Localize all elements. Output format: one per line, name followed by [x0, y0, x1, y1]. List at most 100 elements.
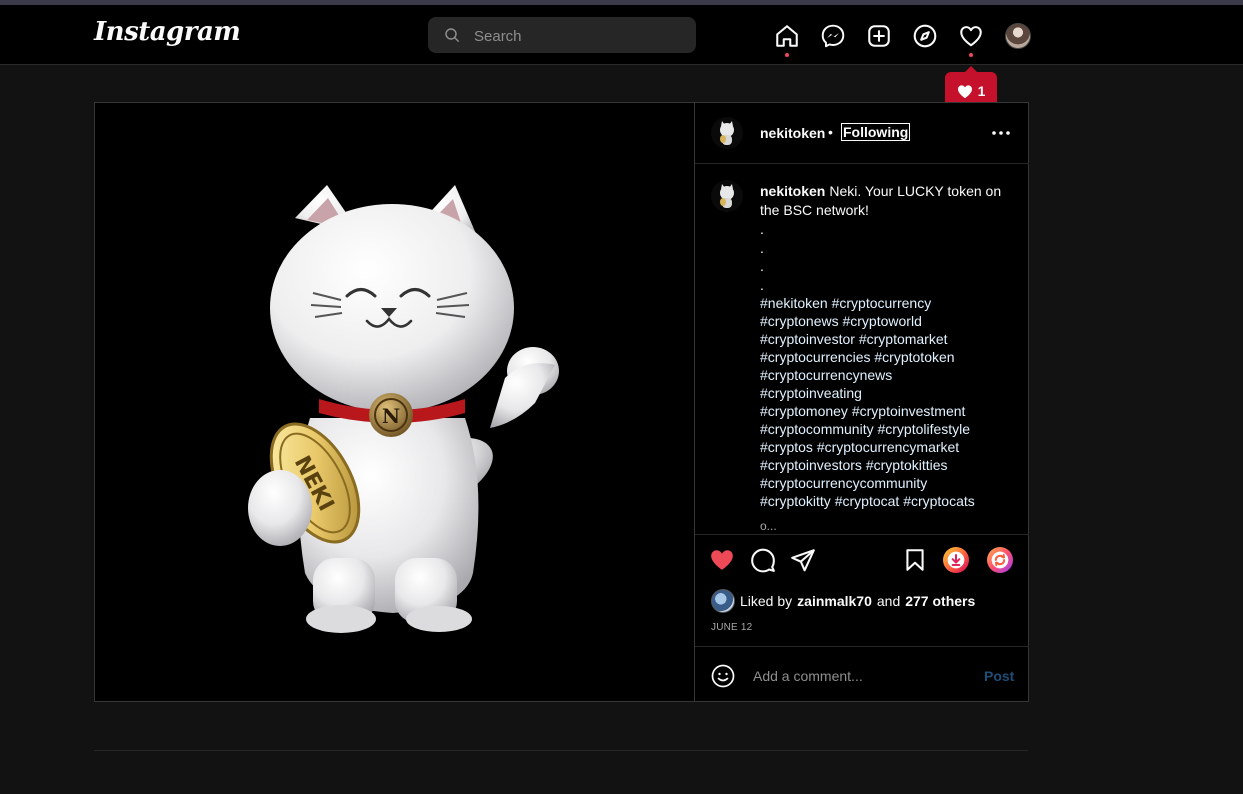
hashtag-link[interactable]: #cryptomarket [859, 331, 948, 347]
share-button[interactable] [790, 547, 816, 573]
hashtag-list: #nekitoken #cryptocurrency #cryptonews #c… [760, 294, 1010, 510]
repost-extension-button[interactable] [987, 547, 1013, 573]
hashtag-link[interactable]: #cryptocurrencycommunity [760, 475, 927, 491]
hashtag-line: #cryptos #cryptocurrencymarket [760, 438, 1010, 456]
hashtag-line: #nekitoken #cryptocurrency [760, 294, 1010, 312]
hashtag-line: #cryptomoney #cryptoinvestment [760, 402, 1010, 420]
post-date[interactable]: JUNE 12 [711, 622, 752, 633]
caption-dot: . [760, 258, 764, 274]
hashtag-link[interactable]: #cryptocat [835, 493, 900, 509]
hashtag-link[interactable]: #cryptokitty [760, 493, 831, 509]
comment-icon [751, 548, 775, 573]
caption-author-avatar[interactable] [711, 180, 743, 212]
hashtag-link[interactable]: #cryptolifestyle [877, 421, 970, 437]
heart-filled-icon [957, 84, 972, 98]
likes-conjunction: and [876, 593, 901, 609]
hashtag-link[interactable]: #cryptoinvestors [760, 457, 862, 473]
smiley-icon [711, 664, 735, 688]
post-comment-button[interactable]: Post [984, 668, 1014, 684]
cat-avatar-icon [720, 184, 734, 208]
caption-dot: . [760, 221, 764, 237]
hashtag-link[interactable]: #cryptocurrencynews [760, 367, 892, 383]
hashtag-link[interactable]: #cryptoinvestor [760, 331, 855, 347]
hashtag-link[interactable]: #cryptocommunity [760, 421, 874, 437]
hashtag-line: #cryptonews #cryptoworld [760, 312, 1010, 330]
liked-by-prefix: Liked by [740, 593, 793, 609]
hashtag-link[interactable]: #cryptocurrencies [760, 349, 871, 365]
hashtag-link[interactable]: #nekitoken [760, 295, 828, 311]
home-button[interactable] [774, 23, 800, 49]
save-button[interactable] [902, 547, 928, 573]
emoji-button[interactable] [711, 664, 735, 688]
hashtag-link[interactable]: #cryptocurrencymarket [817, 439, 959, 455]
instagram-logo[interactable]: Instagram [94, 17, 241, 47]
post-side-panel: nekitoken • Following nekitoken Neki. You… [694, 103, 1029, 701]
hashtag-link[interactable]: #cryptotoken [874, 349, 954, 365]
caption: nekitoken Neki. Your LUCKY token on the B… [760, 182, 1010, 510]
comment-button[interactable] [750, 547, 776, 573]
post-header: nekitoken • Following [695, 103, 1029, 164]
post-image[interactable]: N NEKI [95, 103, 693, 701]
liker-avatar[interactable] [711, 589, 735, 613]
compass-icon [913, 24, 937, 48]
caption-area: nekitoken Neki. Your LUCKY token on the B… [695, 164, 1029, 535]
new-post-button[interactable] [866, 23, 892, 49]
search-icon [445, 28, 460, 43]
hashtag-link[interactable]: #cryptocats [903, 493, 975, 509]
like-button[interactable] [709, 547, 735, 573]
explore-button[interactable] [912, 23, 938, 49]
caption-dots: . . . . [760, 220, 1010, 294]
hashtag-link[interactable]: #cryptoinvestment [852, 403, 966, 419]
following-button[interactable]: Following [841, 123, 911, 141]
hashtag-link[interactable]: #cryptoinveating [760, 385, 862, 401]
more-options-button[interactable] [991, 123, 1011, 143]
hashtag-link[interactable]: #cryptokitties [866, 457, 948, 473]
hashtag-link[interactable]: #cryptonews [760, 313, 839, 329]
hashtag-link[interactable]: #cryptos [760, 439, 813, 455]
profile-avatar[interactable] [1005, 23, 1031, 49]
hashtag-link[interactable]: #cryptomoney [760, 403, 848, 419]
caption-username[interactable]: nekitoken [760, 183, 825, 199]
activity-dot [969, 53, 973, 57]
home-active-dot [785, 53, 789, 57]
top-navigation: Instagram [0, 5, 1243, 65]
hashtag-line: #cryptoinvestors #cryptokitties [760, 456, 1010, 474]
feed-divider [94, 750, 1028, 751]
search-input[interactable] [472, 17, 686, 55]
search-box[interactable] [428, 17, 696, 55]
download-extension-button[interactable] [943, 547, 969, 573]
hashtag-line: #cryptocurrencynews [760, 366, 1010, 384]
hashtag-line: #cryptokitty #cryptocat #cryptocats [760, 492, 1010, 510]
hashtag-line: #cryptoinveating [760, 384, 1010, 402]
likes-others[interactable]: 277 others [905, 593, 975, 609]
post-actions [695, 535, 1029, 585]
paper-plane-icon [791, 549, 815, 572]
messenger-button[interactable] [820, 23, 846, 49]
hashtag-line: #cryptocommunity #cryptolifestyle [760, 420, 1010, 438]
heart-outline-icon [960, 26, 982, 47]
plus-square-icon [868, 25, 890, 47]
liker-username[interactable]: zainmalk70 [797, 593, 872, 609]
hashtag-link[interactable]: #cryptocurrency [832, 295, 932, 311]
messenger-icon [821, 24, 845, 48]
hashtag-line: #cryptocurrencycommunity [760, 474, 1010, 492]
more-caption-link[interactable]: o... [760, 519, 777, 533]
comment-input[interactable] [751, 661, 975, 691]
comment-bar: Post [695, 646, 1029, 702]
notification-count: 1 [977, 83, 986, 99]
collar-letter: N [382, 404, 400, 428]
post-card: N NEKI nekitoken • Following nekitoken N… [94, 102, 1029, 702]
bookmark-icon [906, 549, 924, 571]
cat-avatar-icon [720, 121, 734, 145]
home-icon [776, 25, 798, 47]
hashtag-link[interactable]: #cryptoworld [842, 313, 921, 329]
repost-icon [991, 551, 1009, 569]
hashtag-line: #cryptoinvestor #cryptomarket [760, 330, 1010, 348]
download-icon [947, 551, 965, 569]
caption-dot: . [760, 239, 764, 256]
author-avatar[interactable] [711, 117, 743, 149]
activity-button[interactable] [958, 23, 984, 49]
author-username[interactable]: nekitoken [760, 125, 825, 141]
likes-summary: Liked by zainmalk70 and 277 others [711, 589, 975, 613]
more-horizontal-icon [992, 131, 1010, 135]
